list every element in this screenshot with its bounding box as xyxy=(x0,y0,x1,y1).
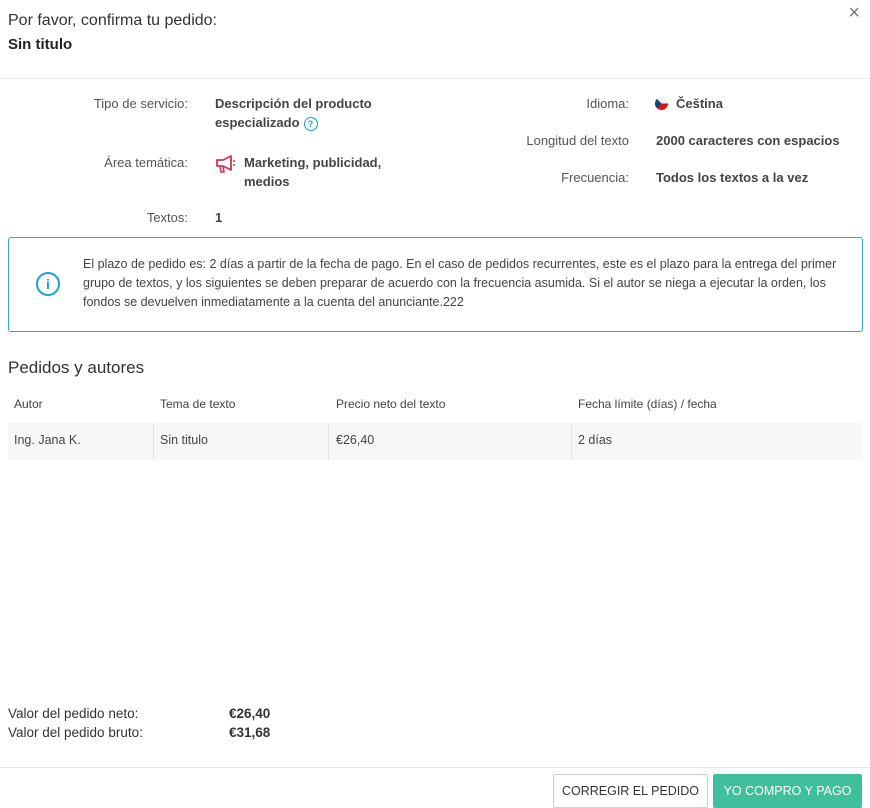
czech-flag-icon xyxy=(655,97,668,110)
frequency-value: Todos los textos a la vez xyxy=(656,170,809,185)
deadline-info-text: El plazo de pedido es: 2 días a partir d… xyxy=(83,257,837,309)
frequency-label: Frecuencia: xyxy=(561,170,629,185)
megaphone-icon xyxy=(215,154,237,174)
gross-total-label: Valor del pedido bruto: xyxy=(8,725,143,740)
deadline-info-box: i El plazo de pedido es: 2 días a partir… xyxy=(8,237,863,332)
texts-label: Textos: xyxy=(146,210,188,225)
cell-price: €26,40 xyxy=(336,433,375,447)
topic-label: Área temática: xyxy=(104,155,188,170)
orders-section-title: Pedidos y autores xyxy=(8,358,145,377)
topic-line1: Marketing, publicidad, xyxy=(244,155,382,170)
topic-value: Marketing, publicidad, medios xyxy=(244,153,424,191)
help-icon[interactable]: ? xyxy=(303,116,318,131)
topic-line2: medios xyxy=(244,174,290,189)
table-row xyxy=(8,423,863,460)
cell-deadline: 2 días xyxy=(578,433,613,447)
length-label: Longitud del texto xyxy=(526,133,629,148)
service-type-label: Tipo de servicio: xyxy=(93,96,188,111)
service-type-line1: Descripción del producto xyxy=(215,96,372,111)
column-divider xyxy=(571,423,572,460)
cell-author: Ing. Jana K. xyxy=(14,433,81,447)
info-icon: i xyxy=(36,272,60,296)
gross-total-value: €31,68 xyxy=(229,725,271,740)
language-label: Idioma: xyxy=(586,96,629,111)
net-total-label: Valor del pedido neto: xyxy=(8,706,139,721)
correct-order-button[interactable]: CORREGIR EL PEDIDO xyxy=(553,774,708,808)
order-title: Sin titulo xyxy=(8,36,73,53)
column-divider xyxy=(153,423,154,460)
column-header-topic: Tema de texto xyxy=(160,397,236,411)
dialog-prompt: Por favor, confirma tu pedido: xyxy=(8,12,217,29)
footer-divider xyxy=(0,767,870,768)
column-header-deadline: Fecha límite (días) / fecha xyxy=(578,397,717,411)
buy-and-pay-button[interactable]: YO COMPRO Y PAGO xyxy=(713,774,862,808)
close-icon[interactable]: × xyxy=(848,2,860,25)
service-type-value: Descripción del producto especializado? xyxy=(215,94,435,132)
column-header-price: Precio neto del texto xyxy=(336,397,446,411)
column-divider xyxy=(328,423,329,460)
column-header-author: Autor xyxy=(14,397,43,411)
header-divider xyxy=(0,78,870,79)
service-type-line2: especializado xyxy=(215,115,300,130)
net-total-value: €26,40 xyxy=(229,706,271,721)
cell-topic: Sin titulo xyxy=(160,433,208,447)
length-value: 2000 caracteres con espacios xyxy=(656,133,840,148)
texts-value: 1 xyxy=(215,210,223,225)
language-value: Čeština xyxy=(676,96,723,111)
